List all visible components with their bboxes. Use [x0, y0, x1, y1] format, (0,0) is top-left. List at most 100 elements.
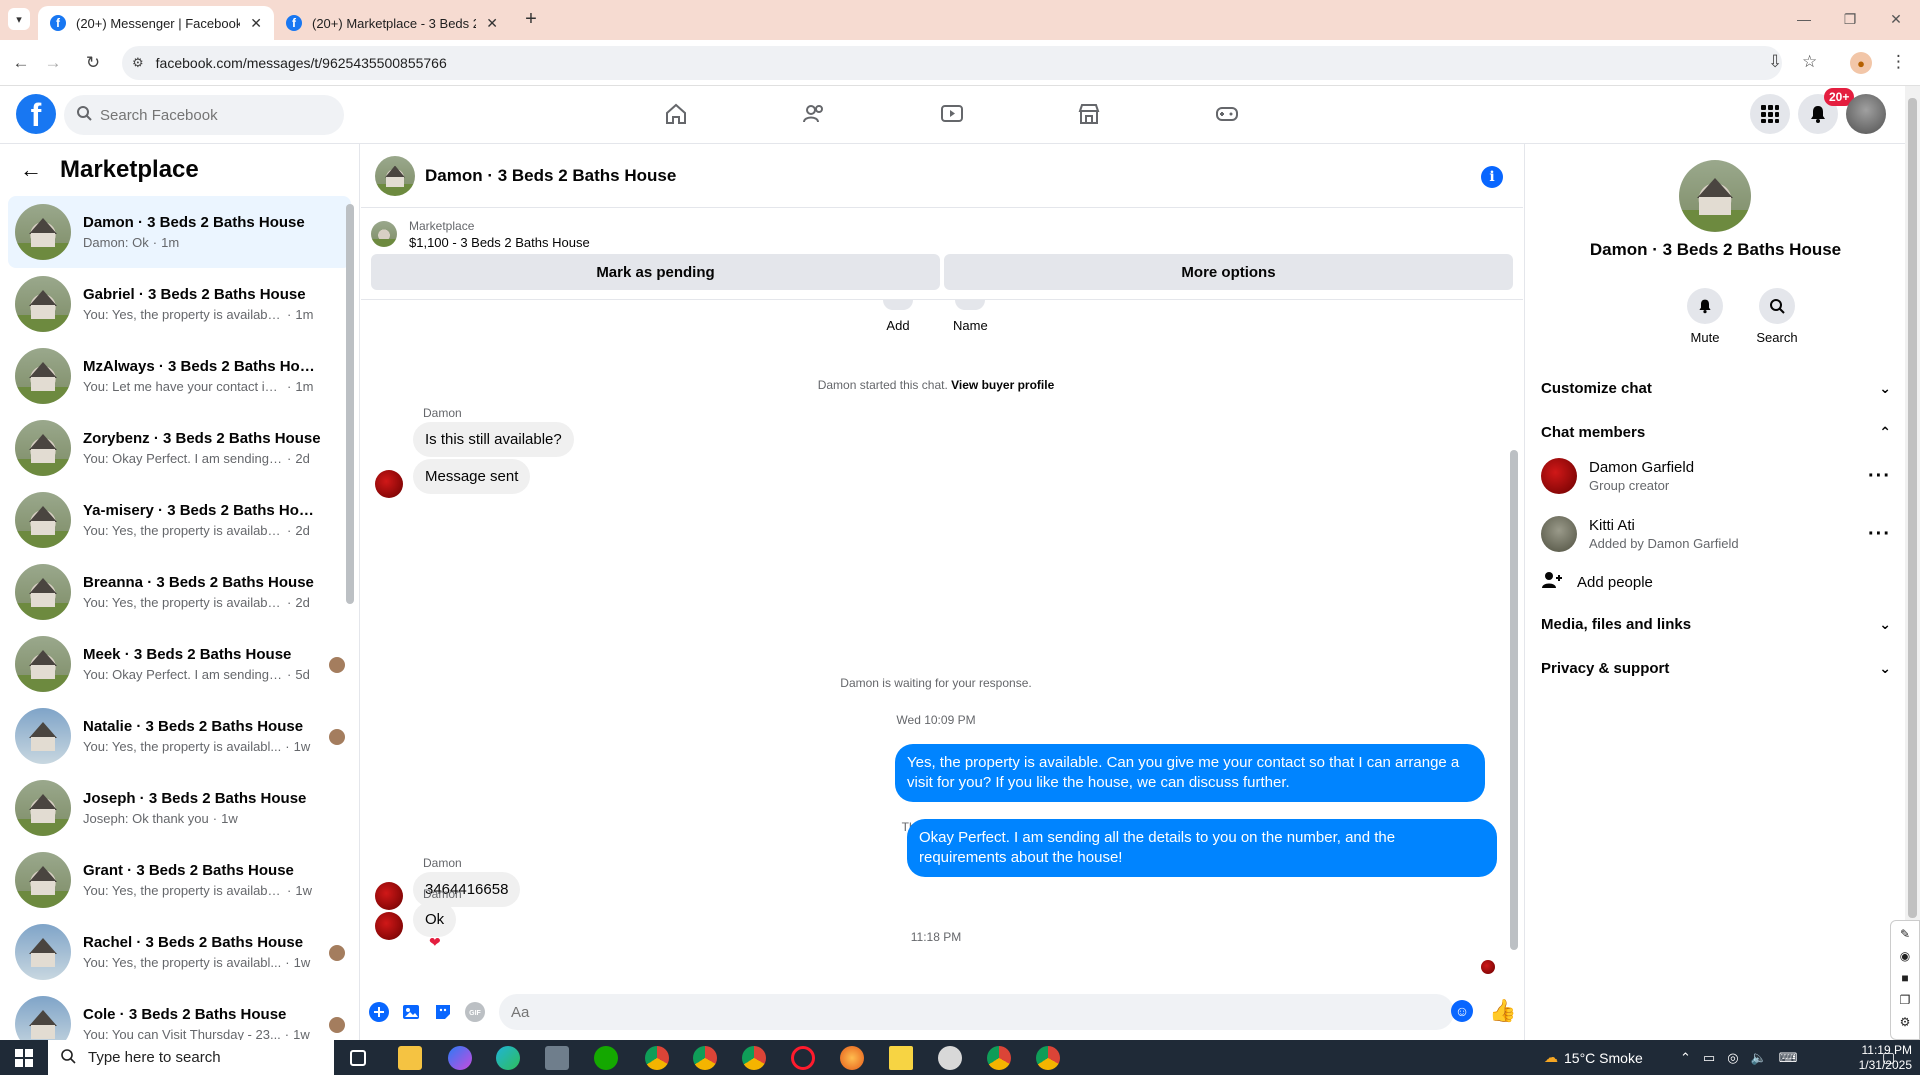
paint-icon[interactable]	[938, 1046, 962, 1070]
conversation-avatar[interactable]	[15, 852, 71, 908]
scrollbar-thumb[interactable]	[346, 204, 354, 604]
conversation-item[interactable]: Natalie · 3 Beds 2 Baths House You: Yes, …	[8, 700, 351, 772]
location-icon[interactable]: ◎	[1727, 1050, 1738, 1066]
chevron-up-icon[interactable]: ⌃	[1680, 1050, 1691, 1066]
scrollbar-thumb[interactable]	[1908, 98, 1917, 918]
add-people-button[interactable]: Add people	[1541, 562, 1891, 602]
conversation-item[interactable]: Joseph · 3 Beds 2 Baths House Joseph: Ok …	[8, 772, 351, 844]
close-tab-icon[interactable]: ✕	[250, 15, 262, 32]
sender-avatar[interactable]	[375, 882, 403, 910]
close-tab-icon[interactable]: ✕	[486, 15, 498, 32]
chrome-profile-icon[interactable]	[645, 1046, 669, 1070]
thumbs-up-icon[interactable]: 👍	[1489, 998, 1516, 1024]
conversation-item[interactable]: MzAlways · 3 Beds 2 Baths House You: Let …	[8, 340, 351, 412]
upwork-icon[interactable]	[594, 1046, 618, 1070]
gaming-icon[interactable]	[1207, 94, 1247, 134]
conversation-item[interactable]: Ya-misery · 3 Beds 2 Baths House You: Yes…	[8, 484, 351, 556]
edge-icon[interactable]	[496, 1046, 520, 1070]
camera-icon[interactable]: ◉	[1900, 949, 1910, 963]
volume-icon[interactable]: 🔈	[1751, 1050, 1767, 1066]
conversation-avatar[interactable]	[15, 564, 71, 620]
conversation-item[interactable]: Grant · 3 Beds 2 Baths House You: Yes, th…	[8, 844, 351, 916]
search-in-chat-button[interactable]: Search	[1747, 288, 1807, 345]
conversation-item[interactable]: Zorybenz · 3 Beds 2 Baths House You: Okay…	[8, 412, 351, 484]
windows-start-icon[interactable]	[0, 1040, 48, 1075]
video-record-icon[interactable]: ■	[1901, 971, 1908, 985]
keyboard-icon[interactable]: ⌨	[1779, 1050, 1798, 1066]
bookmark-star-icon[interactable]: ☆	[1802, 52, 1817, 72]
sticky-notes-icon[interactable]	[889, 1046, 913, 1070]
facebook-logo-icon[interactable]: f	[16, 94, 56, 134]
privacy-support-section[interactable]: Privacy & support ⌄	[1541, 646, 1891, 690]
copy-icon[interactable]: ❐	[1900, 993, 1911, 1007]
search-input[interactable]	[100, 106, 300, 124]
more-options-icon[interactable]: ···	[1868, 465, 1891, 488]
member-avatar[interactable]	[1541, 458, 1577, 494]
chat-profile-avatar[interactable]	[1679, 160, 1751, 232]
view-buyer-profile-link[interactable]: View buyer profile	[951, 378, 1054, 392]
conversation-item[interactable]: Rachel · 3 Beds 2 Baths House You: Yes, t…	[8, 916, 351, 988]
browser-menu-icon[interactable]: ⋮	[1890, 52, 1907, 72]
member-row[interactable]: Damon Garfield Group creator ···	[1541, 450, 1891, 502]
conversation-avatar[interactable]	[15, 348, 71, 404]
home-icon[interactable]	[656, 94, 696, 134]
restore-window-button[interactable]: ❐	[1830, 6, 1870, 32]
friends-icon[interactable]	[794, 94, 834, 134]
sidebar-scrollbar[interactable]	[344, 192, 356, 1040]
chat-members-section[interactable]: Chat members ⌃	[1541, 410, 1891, 454]
pen-icon[interactable]: ✎	[1900, 927, 1910, 941]
outgoing-message[interactable]: Okay Perfect. I am sending all the detai…	[907, 819, 1497, 877]
message-input[interactable]	[499, 994, 1454, 1030]
facebook-search-box[interactable]	[64, 95, 344, 135]
site-info-icon[interactable]: ⚙	[132, 55, 144, 71]
account-avatar[interactable]	[1846, 94, 1886, 134]
opera-icon[interactable]	[791, 1046, 815, 1070]
conversation-avatar[interactable]	[15, 204, 71, 260]
more-options-icon[interactable]: ···	[1868, 523, 1891, 546]
chat-avatar[interactable]	[375, 155, 415, 196]
conversation-avatar[interactable]	[15, 276, 71, 332]
video-icon[interactable]	[932, 94, 972, 134]
notification-center-icon[interactable]: ▢	[1882, 1040, 1895, 1075]
close-window-button[interactable]: ✕	[1876, 6, 1916, 32]
calculator-icon[interactable]	[545, 1046, 569, 1070]
back-arrow-icon[interactable]: ←	[8, 50, 34, 76]
incoming-message[interactable]: Ok	[413, 902, 457, 937]
copilot-icon[interactable]	[448, 1046, 472, 1070]
scrollbar-thumb[interactable]	[1510, 450, 1518, 950]
task-view-icon[interactable]	[350, 1050, 366, 1066]
outgoing-message[interactable]: Yes, the property is available. Can you …	[895, 744, 1485, 802]
customize-chat-section[interactable]: Customize chat ⌄	[1541, 366, 1891, 410]
page-scrollbar[interactable]	[1905, 86, 1920, 1040]
address-bar[interactable]: ⚙ facebook.com/messages/t/96254355008557…	[122, 46, 1782, 80]
member-row[interactable]: Kitti Ati Added by Damon Garfield ···	[1541, 508, 1891, 560]
conversation-avatar[interactable]	[15, 708, 71, 764]
chrome-icon[interactable]	[693, 1046, 717, 1070]
forward-arrow-icon[interactable]: →	[40, 50, 66, 76]
more-options-button[interactable]: More options	[944, 254, 1513, 290]
taskbar-clock[interactable]: 11:19 PM 1/31/2025	[1848, 1043, 1912, 1073]
conversation-avatar[interactable]	[15, 636, 71, 692]
network-icon[interactable]: ▭	[1703, 1050, 1715, 1066]
menu-grid-icon[interactable]	[1750, 94, 1790, 134]
message-scrollbar[interactable]	[1507, 300, 1521, 976]
quick-action-name[interactable]: Name	[953, 300, 988, 333]
conversation-avatar[interactable]	[15, 924, 71, 980]
gif-icon[interactable]: GIF	[463, 1000, 487, 1024]
conversation-item[interactable]: Breanna · 3 Beds 2 Baths House You: Yes, …	[8, 556, 351, 628]
conversation-avatar[interactable]	[15, 420, 71, 476]
chrome-profile-icon[interactable]	[987, 1046, 1011, 1070]
sender-avatar[interactable]	[375, 912, 403, 940]
listing-price-title[interactable]: $1,100 - 3 Beds 2 Baths House	[409, 235, 590, 250]
sticker-icon[interactable]	[431, 1000, 455, 1024]
conversation-item[interactable]: Gabriel · 3 Beds 2 Baths House You: Yes, …	[8, 268, 351, 340]
mute-button[interactable]: Mute	[1675, 288, 1735, 345]
quick-action-add[interactable]: Add	[883, 300, 913, 333]
reload-icon[interactable]: ↻	[80, 50, 106, 76]
incoming-message[interactable]: Is this still available?	[413, 422, 574, 457]
weather-widget[interactable]: ☁ 15°C Smoke	[1544, 1040, 1643, 1075]
install-app-icon[interactable]: ⇩	[1768, 52, 1782, 72]
tab-search-chevron-icon[interactable]: ▾	[8, 8, 30, 30]
heart-reaction-icon[interactable]: ❤	[429, 934, 441, 951]
conversation-item[interactable]: Cole · 3 Beds 2 Baths House You: You can …	[8, 988, 351, 1040]
